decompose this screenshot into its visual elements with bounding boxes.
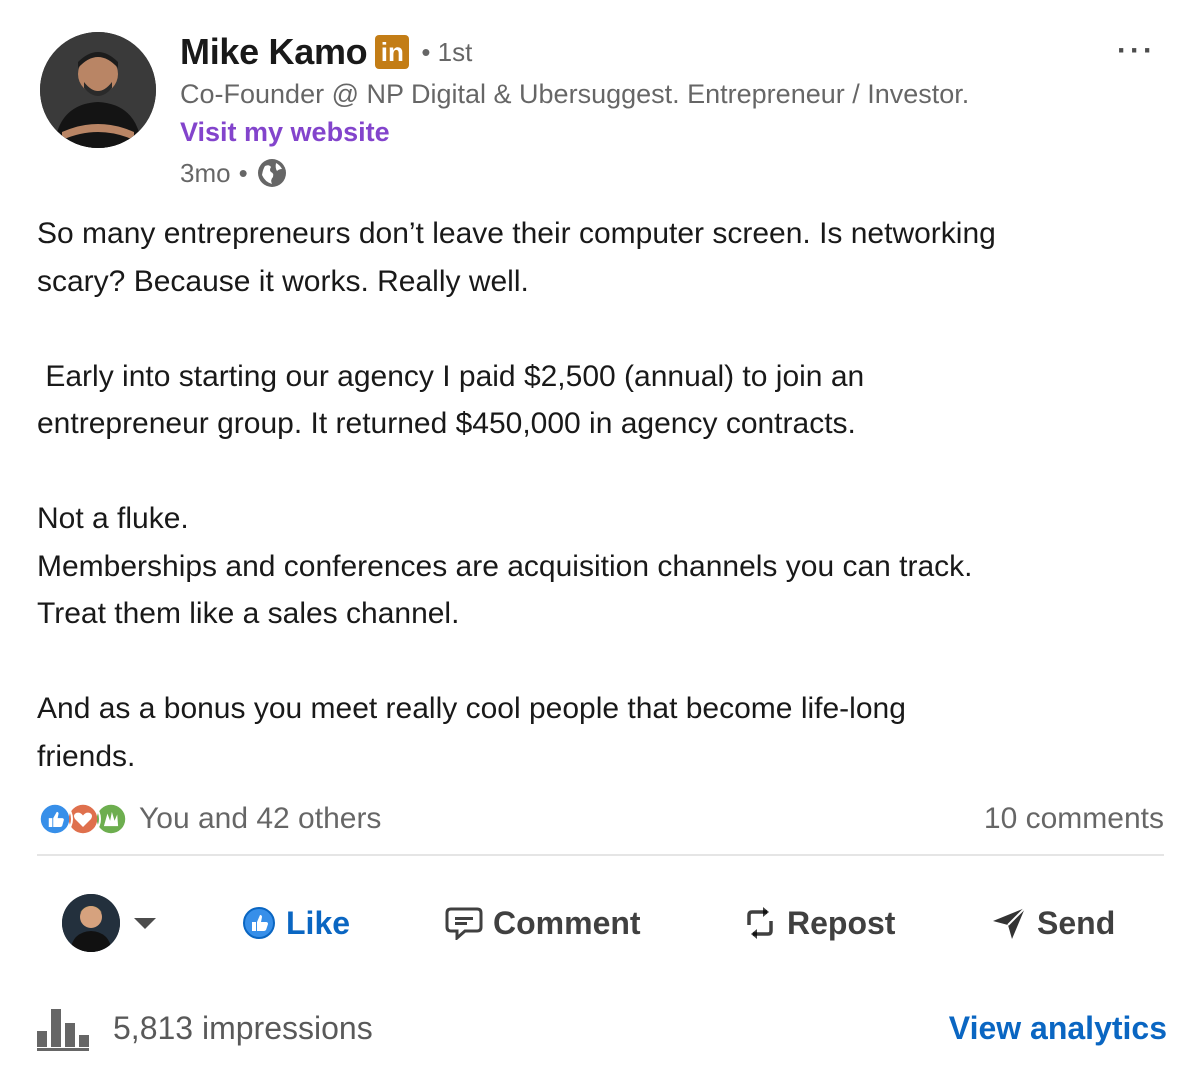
reactions-count[interactable]: You and 42 others [139,802,381,836]
view-analytics-link[interactable]: View analytics [949,1010,1167,1047]
author-headline: Co-Founder @ NP Digital & Ubersuggest. E… [180,79,970,109]
author-meta: Mike Kamo in • 1st Co-Founder @ NP Digit… [180,30,969,194]
repost-button[interactable]: Repost [743,905,895,942]
send-label: Send [1037,904,1116,941]
linkedin-premium-badge-icon: in [375,35,410,69]
post-line: So many entrepreneurs don’t leave their … [37,217,996,250]
post-line: scary? Because it works. Really well. [37,264,529,298]
separator-dot: • [238,157,248,188]
actor-switcher[interactable] [37,894,207,952]
connection-degree: • 1st [421,36,473,67]
reaction-icons [37,801,133,837]
post-timestamp-row: 3mo • [180,152,969,194]
like-button[interactable]: Like [242,905,350,942]
post-line: friends. [37,739,136,773]
post-header: Mike Kamo in • 1st Co-Founder @ NP Digit… [40,30,1170,195]
comments-count[interactable]: 10 comments [984,802,1164,836]
comment-label: Comment [493,904,641,941]
post-line: And as a bonus you meet really cool peop… [37,692,906,725]
actor-avatar[interactable] [62,894,120,952]
social-counts: You and 42 others 10 comments [37,795,1164,843]
like-reaction-icon [37,801,73,837]
action-bar: Like Comment Repost Send [37,885,1164,961]
author-name[interactable]: Mike Kamo [180,31,368,73]
impressions-count: 5,813 impressions [113,1009,373,1046]
post-line: Memberships and conferences are acquisit… [37,549,973,583]
divider [37,854,1164,856]
post-footer: 5,813 impressions View analytics [37,1000,1167,1056]
chevron-down-icon[interactable] [134,917,156,929]
post-line: Treat them like a sales channel. [37,597,460,630]
post-line: entrepreneur group. It returned $450,000… [37,407,856,440]
post-body: So many entrepreneurs don’t leave their … [37,210,1167,780]
author-avatar[interactable] [40,32,156,148]
post-age: 3mo [180,157,231,188]
repost-icon [747,907,773,939]
like-icon [243,907,275,939]
impressions-summary: 5,813 impressions [37,1005,373,1051]
post-line: Early into starting our agency I paid $2… [37,359,865,393]
repost-label: Repost [787,904,896,941]
comment-icon [445,907,483,940]
name-row: Mike Kamo in • 1st [180,30,969,74]
reactions-summary[interactable]: You and 42 others [37,801,381,837]
comment-button[interactable]: Comment [445,905,641,942]
globe-icon [257,159,286,187]
send-button[interactable]: Send [991,905,1115,942]
like-label: Like [286,904,351,941]
bar-chart-icon [37,1009,89,1051]
send-icon [993,907,1026,939]
post-line: Not a fluke. [37,502,189,535]
visit-website-link[interactable]: Visit my website [180,112,969,152]
more-options-icon[interactable]: ··· [1117,34,1156,68]
